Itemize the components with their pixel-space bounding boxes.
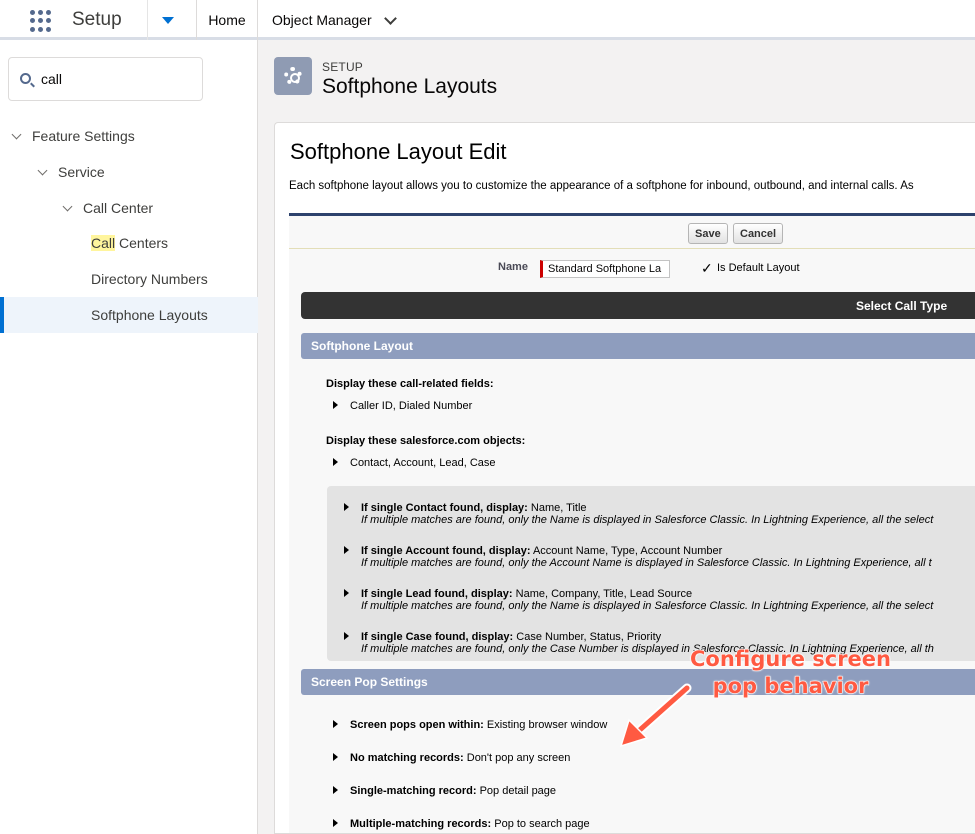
cancel-button[interactable]: Cancel — [733, 223, 784, 244]
tree-item-directory-numbers[interactable]: Directory Numbers — [91, 267, 208, 291]
header-kicker: SETUP — [322, 60, 364, 74]
chevron-down-icon[interactable] — [384, 12, 397, 25]
chevron-down-icon[interactable] — [37, 165, 48, 176]
is-default-label: Is Default Layout — [717, 262, 800, 274]
section-header-softphone-layout: Softphone Layout — [301, 333, 975, 359]
expand-triangle-icon[interactable] — [344, 632, 349, 640]
expand-triangle-icon[interactable] — [333, 819, 338, 827]
select-call-type-label: Select Call Type — [856, 299, 948, 313]
tab-object-manager[interactable]: Object Manager — [272, 0, 372, 40]
page-title: Softphone Layouts — [322, 75, 498, 98]
chevron-down-icon[interactable] — [162, 17, 174, 24]
tab-home[interactable]: Home — [196, 0, 258, 40]
screen-pop-row-single-match[interactable]: Single-matching record: Pop detail page — [333, 785, 556, 797]
expand-triangle-icon[interactable] — [344, 546, 349, 554]
page-header: SETUP Softphone Layouts — [274, 57, 975, 107]
name-label: Name — [498, 261, 528, 273]
callout-annotation: Configure screen pop behavior — [690, 647, 892, 699]
screen-pop-row-no-match[interactable]: No matching records: Don't pop any scree… — [333, 752, 570, 764]
select-call-type-bar: Select Call Type — [301, 292, 975, 319]
tree-item-service[interactable]: Service — [37, 160, 105, 184]
chevron-down-icon[interactable] — [62, 201, 73, 212]
setup-sidebar: Feature Settings Service Call Center Cal… — [0, 40, 258, 834]
search-icon — [20, 73, 31, 84]
tree-item-call-center[interactable]: Call Center — [62, 196, 153, 220]
object-display-box: If single Contact found, display: Name, … — [327, 486, 975, 661]
object-row-contact[interactable]: If single Contact found, display: Name, … — [344, 502, 933, 526]
search-match-highlight: Call — [91, 235, 116, 251]
tree-item-call-centers[interactable]: Call Centers — [91, 231, 168, 255]
objects-row[interactable]: Contact, Account, Lead, Case — [333, 457, 496, 469]
objects-label: Display these salesforce.com objects: — [326, 435, 526, 447]
expand-triangle-icon[interactable] — [344, 589, 349, 597]
tree-item-softphone-layouts[interactable]: Softphone Layouts — [91, 303, 208, 327]
edit-page-title: Softphone Layout Edit — [290, 139, 507, 164]
chevron-down-icon[interactable] — [11, 129, 22, 140]
expand-triangle-icon[interactable] — [333, 458, 338, 466]
app-launcher-icon[interactable] — [30, 10, 52, 32]
screen-pop-row-multiple-match[interactable]: Multiple-matching records: Pop to search… — [333, 818, 590, 830]
save-button[interactable]: Save — [688, 223, 728, 244]
divider — [147, 0, 148, 40]
callout-arrow-icon — [619, 683, 692, 748]
quick-find-box[interactable] — [8, 57, 203, 101]
fields-row[interactable]: Caller ID, Dialed Number — [333, 400, 472, 412]
object-row-account[interactable]: If single Account found, display: Accoun… — [344, 545, 932, 569]
expand-triangle-icon[interactable] — [333, 401, 338, 409]
name-input[interactable]: Standard Softphone La — [540, 260, 670, 278]
tree-item-feature-settings[interactable]: Feature Settings — [11, 124, 135, 148]
setup-gear-icon — [274, 57, 312, 95]
page-description: Each softphone layout allows you to cust… — [289, 180, 914, 192]
object-row-lead[interactable]: If single Lead found, display: Name, Com… — [344, 588, 933, 612]
expand-triangle-icon[interactable] — [333, 753, 338, 761]
fields-label: Display these call-related fields: — [326, 378, 494, 390]
quick-find-input[interactable] — [41, 69, 191, 89]
checkmark-icon[interactable]: ✓ — [701, 260, 713, 277]
expand-triangle-icon[interactable] — [333, 720, 338, 728]
app-name: Setup — [72, 9, 122, 30]
global-header: Setup Home Object Manager — [0, 0, 975, 40]
button-row: Save Cancel — [289, 216, 975, 249]
expand-triangle-icon[interactable] — [344, 503, 349, 511]
expand-triangle-icon[interactable] — [333, 786, 338, 794]
screen-pop-row-open-within[interactable]: Screen pops open within: Existing browse… — [333, 719, 607, 731]
